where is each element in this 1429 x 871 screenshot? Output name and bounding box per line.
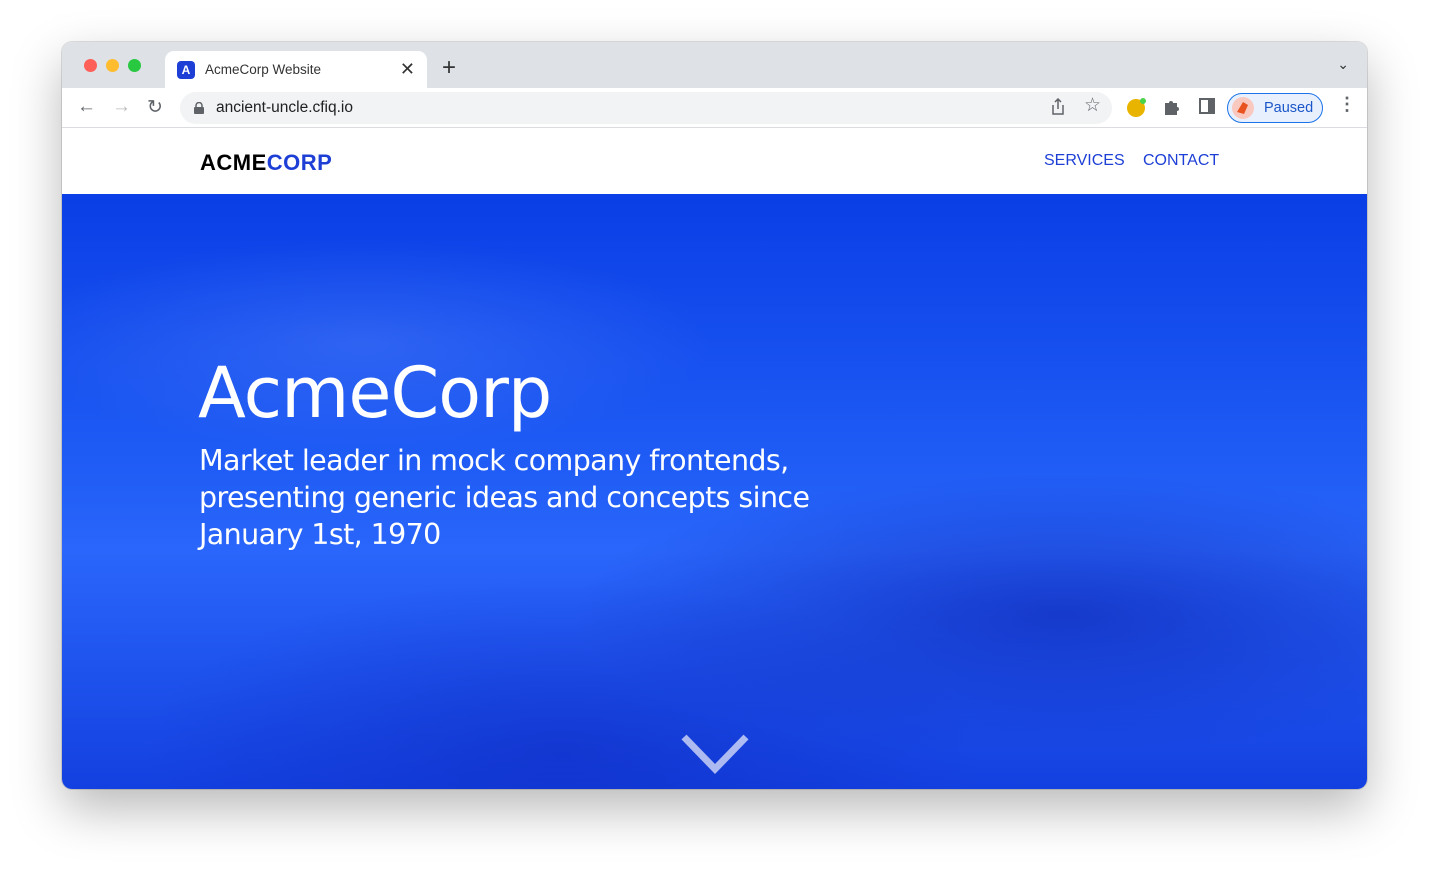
tab-search-chevron-icon[interactable]: ⌄ — [1337, 56, 1349, 73]
bookmark-star-icon[interactable]: ☆ — [1084, 94, 1101, 117]
site-logo[interactable]: ACMECORP — [200, 150, 332, 176]
favicon-icon: A — [177, 60, 195, 79]
logo-corp: CORP — [266, 150, 333, 175]
browser-toolbar: ← → ↻ ancient-uncle.cfiq.io ☆ Paused ⋮ — [62, 88, 1367, 128]
logo-acme: ACME — [200, 150, 267, 175]
url-text: ancient-uncle.cfiq.io — [216, 99, 353, 116]
browser-tab[interactable]: A AcmeCorp Website ✕ — [165, 51, 427, 88]
back-button[interactable]: ← — [77, 96, 96, 118]
extension-icon[interactable] — [1127, 98, 1147, 118]
extensions-puzzle-icon[interactable] — [1163, 98, 1181, 116]
scroll-down-chevron-icon[interactable] — [681, 734, 749, 776]
tab-title: AcmeCorp Website — [205, 62, 322, 77]
profile-button[interactable]: Paused — [1227, 93, 1323, 123]
maximize-window-button[interactable] — [128, 59, 141, 72]
side-panel-icon[interactable] — [1199, 98, 1215, 114]
hero-section: AcmeCorp Market leader in mock company f… — [62, 194, 1367, 789]
browser-window: A AcmeCorp Website ✕ + ⌄ ← → ↻ ancient-u… — [62, 42, 1367, 789]
close-window-button[interactable] — [84, 59, 97, 72]
close-tab-icon[interactable]: ✕ — [400, 59, 415, 80]
hero-title: AcmeCorp — [198, 352, 552, 434]
menu-kebab-icon[interactable]: ⋮ — [1338, 94, 1356, 115]
address-bar[interactable]: ancient-uncle.cfiq.io — [180, 92, 1112, 124]
new-tab-button[interactable]: + — [442, 54, 456, 82]
avatar — [1232, 97, 1254, 119]
hero-subtitle: Market leader in mock company frontends,… — [199, 444, 810, 551]
site-header: ACMECORP SERVICES CONTACT — [62, 128, 1367, 194]
lock-icon — [194, 102, 204, 114]
share-icon[interactable] — [1050, 98, 1066, 116]
forward-button[interactable]: → — [112, 96, 131, 118]
nav-contact[interactable]: CONTACT — [1143, 152, 1219, 170]
tab-bar: A AcmeCorp Website ✕ + ⌄ — [62, 42, 1367, 88]
nav-services[interactable]: SERVICES — [1044, 152, 1125, 170]
reload-button[interactable]: ↻ — [147, 96, 163, 119]
profile-status: Paused — [1264, 100, 1314, 116]
minimize-window-button[interactable] — [106, 59, 119, 72]
